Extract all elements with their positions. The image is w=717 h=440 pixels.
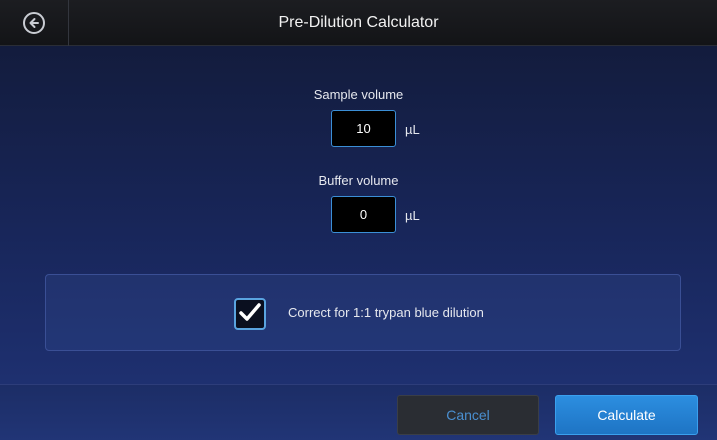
calculate-button[interactable]: Calculate (555, 395, 698, 435)
sample-volume-unit: µL (405, 122, 420, 137)
title-bar: Pre-Dilution Calculator (0, 0, 717, 46)
action-bar: Cancel Calculate (0, 384, 717, 440)
page-title: Pre-Dilution Calculator (278, 14, 439, 31)
back-button[interactable] (0, 0, 69, 46)
buffer-volume-unit: µL (405, 208, 420, 223)
calculator-panel: Sample volume µL Buffer volume µL Correc… (0, 46, 717, 384)
checkmark-icon (239, 302, 261, 327)
trypan-option-panel: Correct for 1:1 trypan blue dilution (45, 274, 681, 351)
trypan-correction-checkbox[interactable] (234, 298, 266, 330)
buffer-volume-input[interactable] (331, 196, 396, 233)
buffer-volume-label: Buffer volume (318, 173, 399, 188)
trypan-correction-label: Correct for 1:1 trypan blue dilution (288, 305, 484, 320)
sample-volume-input[interactable] (331, 110, 396, 147)
sample-volume-label: Sample volume (313, 87, 404, 102)
arrow-left-circle-icon (23, 12, 45, 34)
cancel-button[interactable]: Cancel (397, 395, 539, 435)
